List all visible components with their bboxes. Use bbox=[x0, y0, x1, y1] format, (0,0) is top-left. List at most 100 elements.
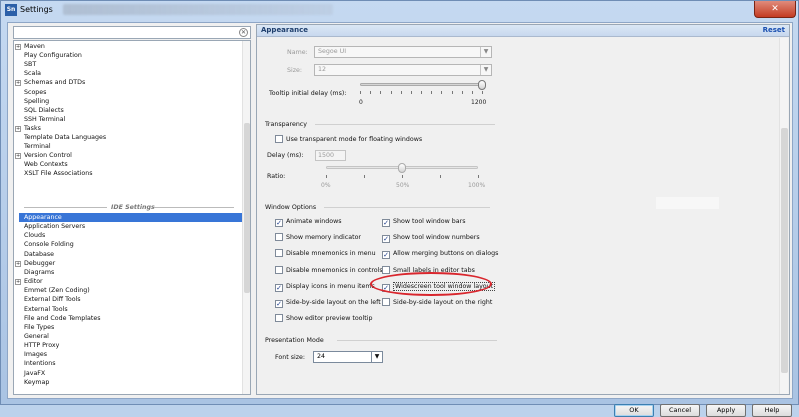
tree-item[interactable]: Emmet (Zen Coding) bbox=[24, 286, 90, 295]
slider-tick bbox=[364, 175, 365, 178]
tree-item[interactable]: + Maven bbox=[15, 42, 45, 51]
expand-icon[interactable]: + bbox=[15, 80, 21, 87]
window-option-checkbox[interactable]: ✓ Display icons in menu items bbox=[275, 282, 375, 292]
tree-item[interactable]: Scala bbox=[24, 69, 41, 78]
tree-item[interactable]: SBT bbox=[24, 60, 36, 69]
content-scrollbar[interactable] bbox=[779, 38, 788, 394]
slider-tick bbox=[421, 91, 422, 94]
settings-window: Sn Settings ✕ ✕ Keymap JavaFX Intentions Im… bbox=[0, 0, 799, 417]
expand-icon[interactable]: + bbox=[15, 125, 21, 132]
tree-item[interactable]: External Diff Tools bbox=[24, 295, 81, 304]
tree-item[interactable]: SQL Dialects bbox=[24, 106, 64, 115]
tree-item-label: Play Configuration bbox=[24, 52, 82, 60]
floating-blank-rect bbox=[656, 197, 719, 209]
scrollbar-thumb[interactable] bbox=[781, 128, 788, 373]
tree-item[interactable]: SSH Terminal bbox=[24, 115, 65, 124]
expand-icon[interactable]: + bbox=[15, 44, 21, 50]
expand-icon[interactable]: + bbox=[15, 153, 21, 160]
tree-item[interactable]: File and Code Templates bbox=[24, 314, 101, 323]
scrollbar-thumb[interactable] bbox=[244, 123, 250, 293]
help-button[interactable]: Help bbox=[752, 404, 792, 417]
tree-item[interactable]: Images bbox=[24, 350, 47, 359]
window-option-checkbox[interactable]: ✓ Animate windows bbox=[275, 217, 342, 227]
tree-item[interactable]: Terminal bbox=[24, 142, 51, 151]
tree-item-label: Emmet (Zen Coding) bbox=[24, 287, 90, 295]
ratio-slider-thumb[interactable] bbox=[398, 163, 406, 173]
tree-item[interactable]: File Types bbox=[24, 323, 54, 332]
tree-item[interactable]: Database bbox=[24, 250, 54, 259]
tree-item[interactable]: HTTP Proxy bbox=[24, 341, 59, 350]
expand-icon[interactable]: + bbox=[15, 260, 21, 267]
tree-item[interactable]: External Tools bbox=[24, 305, 68, 314]
tree-item-label: Console Folding bbox=[24, 241, 74, 249]
tooltip-delay-slider[interactable] bbox=[360, 83, 482, 86]
apply-button[interactable]: Apply bbox=[706, 404, 746, 417]
tree-item[interactable]: + Debugger bbox=[15, 259, 55, 268]
window-option-checkbox[interactable]: ✓ Show tool window numbers bbox=[382, 233, 480, 244]
clear-search-icon[interactable]: ✕ bbox=[239, 28, 248, 37]
tooltip-max-label: 1200 bbox=[471, 99, 487, 106]
slider-tick bbox=[400, 91, 402, 94]
presentation-font-size-select[interactable]: 24 ▼ bbox=[313, 351, 383, 363]
settings-search-input[interactable]: ✕ bbox=[13, 26, 251, 39]
window-option-checkbox[interactable]: Side-by-side layout on the right bbox=[382, 298, 492, 308]
delay-value: 1500 bbox=[318, 152, 335, 159]
window-option-checkbox[interactable]: Disable mnemonics in menu bbox=[275, 249, 376, 259]
tree-item[interactable]: Appearance bbox=[19, 213, 242, 222]
tree-item-label: Scala bbox=[24, 70, 41, 78]
window-option-checkbox[interactable]: ✓ Allow merging buttons on dialogs bbox=[382, 249, 498, 260]
window-option-checkbox[interactable]: Disable mnemonics in controls bbox=[275, 265, 383, 276]
tree-item-label: XSLT File Associations bbox=[24, 170, 93, 178]
tree-item[interactable]: + Tasks bbox=[15, 124, 41, 133]
tree-item-label: Tasks bbox=[24, 124, 41, 132]
expand-icon[interactable]: + bbox=[15, 279, 21, 286]
window-option-checkbox[interactable]: ✓ Side-by-side layout on the left bbox=[275, 298, 381, 308]
section-label: IDE Settings bbox=[109, 203, 157, 212]
checkbox-box bbox=[275, 135, 283, 143]
tree-item[interactable]: + Schemas and DTDs bbox=[15, 78, 85, 87]
settings-tree: Keymap JavaFX Intentions Images HTTP Proxy Ge… bbox=[13, 40, 251, 395]
tree-item[interactable]: JavaFX bbox=[24, 369, 45, 378]
tree-item[interactable]: Web Contexts bbox=[24, 160, 68, 169]
ok-button[interactable]: OK bbox=[614, 404, 654, 417]
window-option-checkbox[interactable]: Show memory indicator bbox=[275, 233, 361, 243]
cancel-button[interactable]: Cancel bbox=[660, 404, 700, 417]
window-option-checkbox[interactable]: Show editor preview tooltip bbox=[275, 314, 373, 324]
presentation-mode-title: Presentation Mode bbox=[265, 337, 324, 344]
tree-item-label: Maven bbox=[24, 43, 45, 50]
presentation-font-size-value: 24 bbox=[317, 353, 326, 360]
transparent-mode-checkbox[interactable]: Use transparent mode for floating window… bbox=[275, 135, 422, 145]
tree-item[interactable]: Template Data Languages bbox=[24, 133, 106, 142]
tree-item-label: Intentions bbox=[24, 360, 56, 368]
checkbox-label: Animate windows bbox=[286, 218, 342, 225]
checkmark-icon: ✓ bbox=[275, 300, 283, 308]
slider-tick bbox=[431, 91, 433, 94]
reset-link[interactable]: Reset bbox=[763, 26, 785, 34]
tooltip-slider-thumb[interactable] bbox=[478, 80, 486, 90]
tree-item[interactable]: Console Folding bbox=[24, 240, 74, 249]
chevron-down-icon: ▼ bbox=[480, 65, 491, 75]
tree-item[interactable]: Scopes bbox=[24, 88, 46, 97]
tree-item[interactable]: Intentions bbox=[24, 359, 56, 368]
tree-item[interactable]: Play Configuration bbox=[24, 51, 82, 60]
window-option-checkbox[interactable]: ✓ Show tool window bars bbox=[382, 217, 466, 227]
tree-item-label: HTTP Proxy bbox=[24, 342, 60, 350]
tree-item[interactable]: Application Servers bbox=[24, 222, 85, 231]
tree-item-label: SQL Dialects bbox=[24, 106, 64, 114]
font-name-select[interactable]: Segoe UI ▼ bbox=[314, 46, 492, 58]
separator-line bbox=[24, 207, 107, 208]
tree-item[interactable]: Diagrams bbox=[24, 268, 54, 277]
tree-scrollbar[interactable] bbox=[242, 41, 250, 394]
font-size-select[interactable]: 12 ▼ bbox=[314, 64, 492, 76]
tree-item[interactable]: + Version Control bbox=[15, 151, 72, 160]
tree-item[interactable]: XSLT File Associations bbox=[24, 169, 92, 178]
tree-item[interactable]: General bbox=[24, 332, 49, 341]
tree-item[interactable]: Spelling bbox=[24, 97, 49, 106]
chevron-down-icon: ▼ bbox=[371, 352, 382, 362]
tree-item[interactable]: Clouds bbox=[24, 231, 45, 240]
checkmark-icon: ✓ bbox=[382, 251, 390, 260]
close-button[interactable]: ✕ bbox=[754, 1, 796, 18]
tree-item[interactable]: + Editor bbox=[15, 277, 43, 286]
delay-input[interactable]: 1500 bbox=[315, 150, 346, 161]
tree-item[interactable]: Keymap bbox=[24, 378, 49, 387]
